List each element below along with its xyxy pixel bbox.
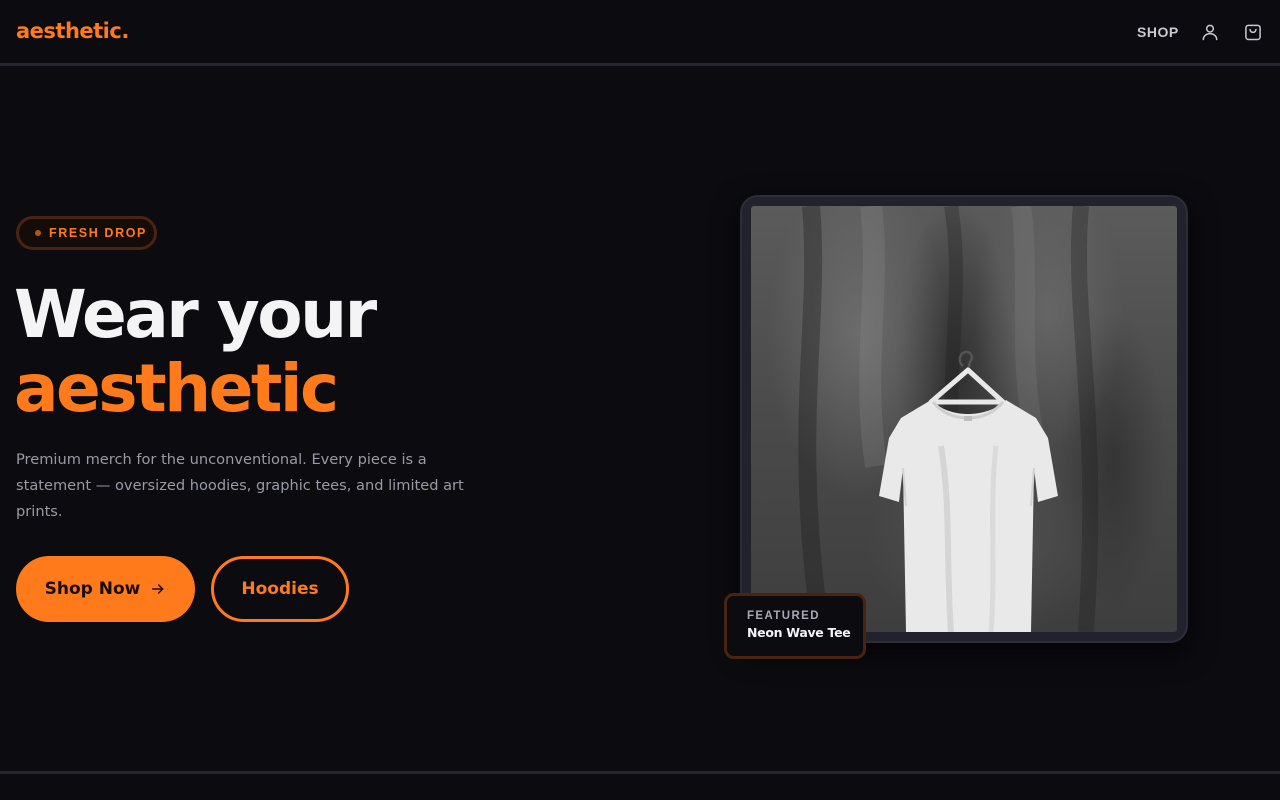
badge-label: FRESH DROP	[49, 226, 147, 240]
user-icon[interactable]	[1200, 22, 1220, 42]
headline-line-1: Wear your	[14, 276, 377, 353]
fresh-drop-badge: FRESH DROP	[16, 216, 157, 250]
featured-product-tag[interactable]: FEATURED Neon Wave Tee	[724, 593, 866, 659]
badge-dot	[35, 230, 41, 236]
section-divider	[0, 771, 1280, 774]
shop-now-button[interactable]: Shop Now	[16, 556, 195, 622]
headline-line-2: aesthetic	[14, 350, 339, 427]
hero-description: Premium merch for the unconventional. Ev…	[16, 451, 464, 520]
product-image-card[interactable]	[740, 195, 1188, 643]
product-image	[751, 206, 1177, 632]
tshirt-on-hanger-illustration	[798, 206, 1099, 632]
shopping-bag-icon[interactable]	[1243, 22, 1263, 42]
hero-headline: Wear your aesthetic	[14, 276, 377, 427]
hoodies-label: Hoodies	[241, 579, 319, 599]
site-header: aesthetic. SHOP	[0, 0, 1280, 66]
nav-shop-link[interactable]: SHOP	[1137, 24, 1179, 40]
arrow-right-icon	[152, 584, 164, 594]
featured-label: FEATURED	[747, 610, 820, 622]
shop-now-label: Shop Now	[44, 579, 141, 599]
featured-product-name: Neon Wave Tee	[747, 625, 851, 640]
brand-logo[interactable]: aesthetic.	[16, 19, 129, 43]
hoodies-button[interactable]: Hoodies	[211, 556, 349, 622]
